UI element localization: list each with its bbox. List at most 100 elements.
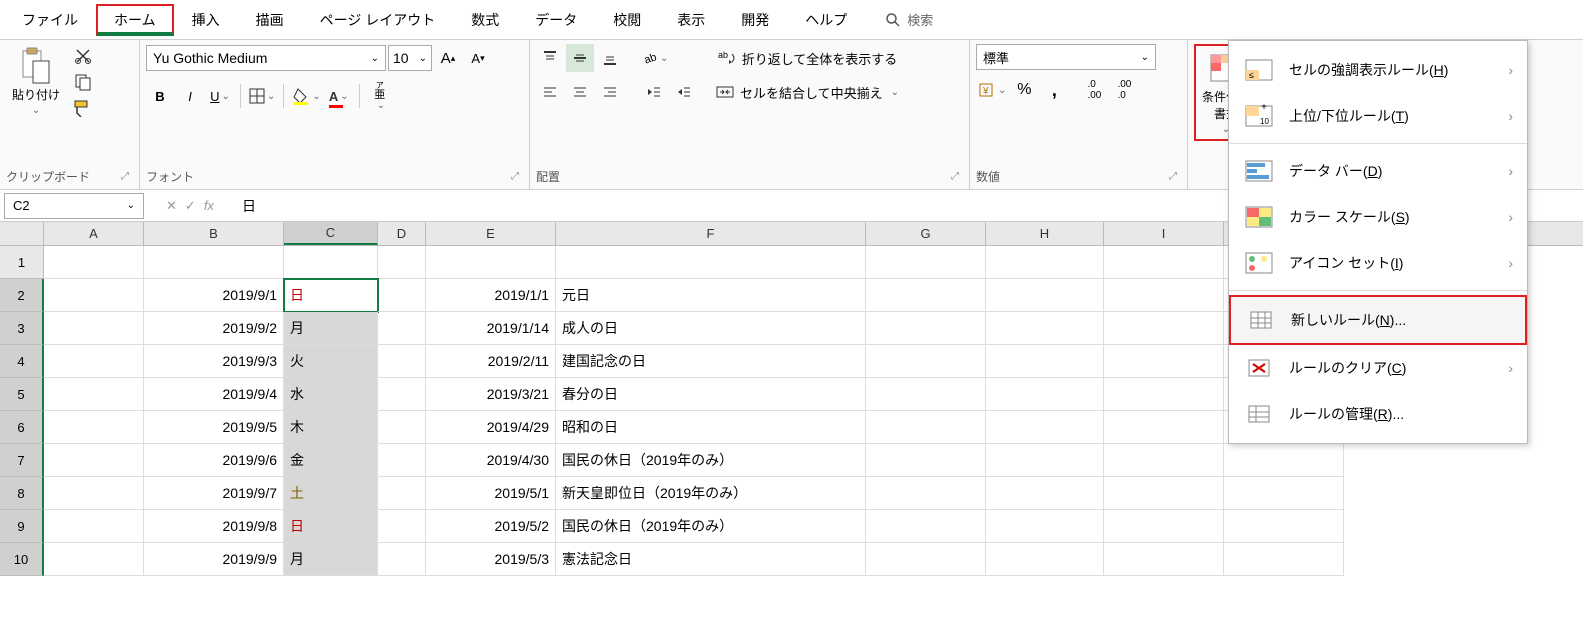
col-header-I[interactable]: I: [1104, 222, 1224, 245]
cell[interactable]: [866, 411, 986, 444]
cell[interactable]: 日: [284, 510, 378, 543]
cell[interactable]: 土: [284, 477, 378, 510]
cell[interactable]: 2019/9/9: [144, 543, 284, 576]
accounting-format-button[interactable]: ¥: [976, 76, 1008, 104]
cut-button[interactable]: [70, 44, 96, 68]
menu-view[interactable]: 表示: [659, 4, 723, 36]
col-header-F[interactable]: F: [556, 222, 866, 245]
menu-pagelayout[interactable]: ページ レイアウト: [302, 4, 454, 36]
cell[interactable]: [1104, 543, 1224, 576]
cell[interactable]: [866, 312, 986, 345]
cell[interactable]: [1104, 411, 1224, 444]
cell[interactable]: 月: [284, 312, 378, 345]
comma-button[interactable]: ,: [1040, 76, 1068, 104]
cell[interactable]: 2019/4/29: [426, 411, 556, 444]
menu-review[interactable]: 校閲: [595, 4, 659, 36]
cell[interactable]: 2019/4/30: [426, 444, 556, 477]
cell[interactable]: 国民の休日（2019年のみ）: [556, 510, 866, 543]
col-header-H[interactable]: H: [986, 222, 1104, 245]
cell[interactable]: [1104, 312, 1224, 345]
cell[interactable]: [1104, 444, 1224, 477]
cell[interactable]: [44, 477, 144, 510]
cell[interactable]: 新天皇即位日（2019年のみ）: [556, 477, 866, 510]
cell[interactable]: [866, 510, 986, 543]
cell[interactable]: [986, 411, 1104, 444]
menu-draw[interactable]: 描画: [238, 4, 302, 36]
align-top-button[interactable]: [536, 44, 564, 72]
menu-color-scales[interactable]: カラー スケール(S) ›: [1229, 194, 1527, 240]
decrease-indent-button[interactable]: [640, 78, 668, 106]
alignment-launcher[interactable]: ⤢: [947, 171, 963, 182]
cell[interactable]: 2019/9/8: [144, 510, 284, 543]
paste-button[interactable]: 貼り付け ⌄: [6, 44, 66, 120]
cell[interactable]: [44, 378, 144, 411]
row-header[interactable]: 8: [0, 477, 44, 510]
cell[interactable]: [866, 246, 986, 279]
number-format-select[interactable]: 標準⌄: [976, 44, 1156, 70]
wrap-text-button[interactable]: ab 折り返して全体を表示する: [714, 44, 901, 72]
cell[interactable]: [866, 543, 986, 576]
menu-developer[interactable]: 開発: [723, 4, 787, 36]
cell[interactable]: [426, 246, 556, 279]
cell[interactable]: [378, 279, 426, 312]
decrease-decimal-button[interactable]: .00.0: [1110, 76, 1138, 104]
enter-formula-icon[interactable]: ✓: [185, 198, 196, 214]
cell[interactable]: [378, 477, 426, 510]
menu-help[interactable]: ヘルプ: [787, 4, 865, 36]
font-launcher[interactable]: ⤢: [507, 171, 523, 182]
increase-decimal-button[interactable]: .0.00: [1080, 76, 1108, 104]
cell[interactable]: [986, 510, 1104, 543]
menu-manage-rules[interactable]: ルールの管理(R)...: [1229, 391, 1527, 437]
cell[interactable]: 2019/1/14: [426, 312, 556, 345]
align-middle-button[interactable]: [566, 44, 594, 72]
cell[interactable]: [986, 378, 1104, 411]
font-color-button[interactable]: A: [325, 82, 353, 110]
cell[interactable]: 2019/3/21: [426, 378, 556, 411]
percent-button[interactable]: %: [1010, 76, 1038, 104]
col-header-B[interactable]: B: [144, 222, 284, 245]
search-box[interactable]: 検索: [885, 10, 933, 29]
increase-indent-button[interactable]: [670, 78, 698, 106]
cell[interactable]: 昭和の日: [556, 411, 866, 444]
orientation-button[interactable]: ab: [640, 44, 670, 72]
fx-icon[interactable]: fx: [204, 198, 214, 214]
cell[interactable]: [44, 312, 144, 345]
cell[interactable]: 憲法記念日: [556, 543, 866, 576]
menu-data-bars[interactable]: データ バー(D) ›: [1229, 148, 1527, 194]
cell[interactable]: [986, 246, 1104, 279]
cell[interactable]: [866, 378, 986, 411]
menu-highlight-rules[interactable]: ≤ セルの強調表示ルール(H) ›: [1229, 47, 1527, 93]
align-left-button[interactable]: [536, 78, 564, 106]
number-launcher[interactable]: ⤢: [1165, 171, 1181, 182]
copy-button[interactable]: [70, 70, 96, 94]
cell[interactable]: [986, 312, 1104, 345]
row-header[interactable]: 7: [0, 444, 44, 477]
cell[interactable]: [866, 477, 986, 510]
cell[interactable]: [986, 543, 1104, 576]
cell[interactable]: 日: [284, 279, 378, 312]
cell[interactable]: [1224, 477, 1344, 510]
align-bottom-button[interactable]: [596, 44, 624, 72]
col-header-A[interactable]: A: [44, 222, 144, 245]
col-header-C[interactable]: C: [284, 222, 378, 245]
col-header-D[interactable]: D: [378, 222, 426, 245]
cell[interactable]: 月: [284, 543, 378, 576]
font-size-select[interactable]: 10⌄: [388, 45, 432, 71]
row-header[interactable]: 4: [0, 345, 44, 378]
cell[interactable]: [1104, 378, 1224, 411]
merge-center-button[interactable]: セルを結合して中央揃え: [714, 78, 901, 106]
col-header-E[interactable]: E: [426, 222, 556, 245]
cell[interactable]: [866, 279, 986, 312]
cell[interactable]: [986, 477, 1104, 510]
cell[interactable]: [1104, 345, 1224, 378]
menu-data[interactable]: データ: [517, 4, 595, 36]
align-right-button[interactable]: [596, 78, 624, 106]
cell[interactable]: [986, 444, 1104, 477]
cell[interactable]: 2019/5/3: [426, 543, 556, 576]
row-header[interactable]: 1: [0, 246, 44, 279]
menu-icon-sets[interactable]: アイコン セット(I) ›: [1229, 240, 1527, 286]
cell[interactable]: 火: [284, 345, 378, 378]
cell[interactable]: [1104, 279, 1224, 312]
cell[interactable]: [1224, 543, 1344, 576]
cell[interactable]: [378, 444, 426, 477]
